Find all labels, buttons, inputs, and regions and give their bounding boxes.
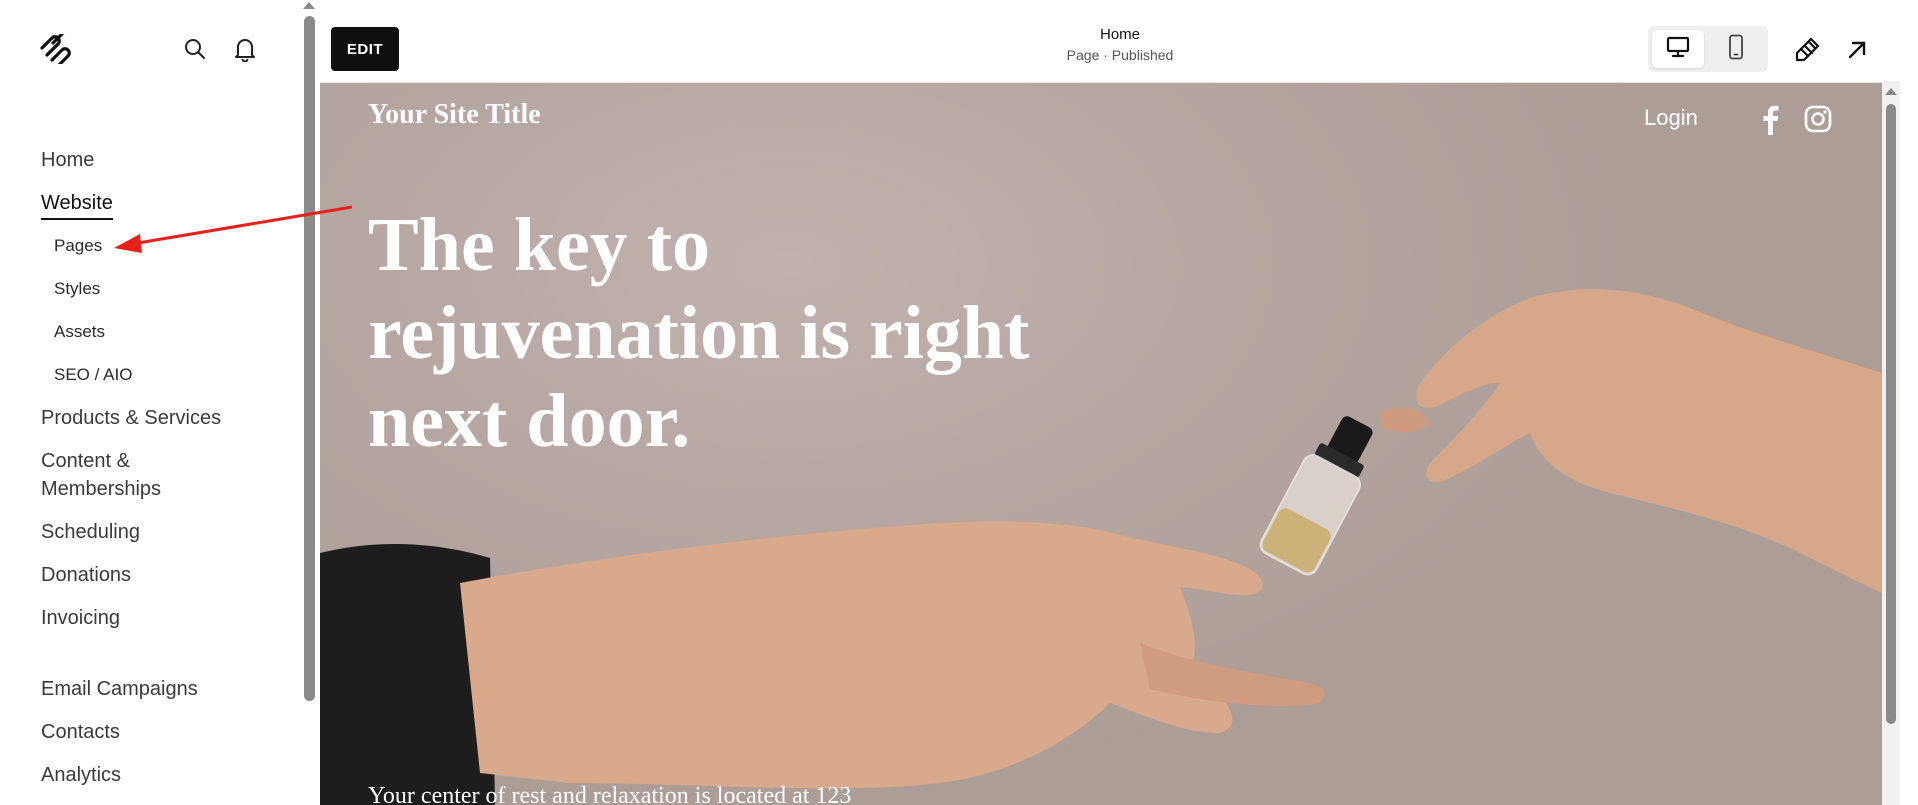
- sidebar-subitem-assets[interactable]: Assets: [41, 318, 281, 361]
- search-icon[interactable]: [180, 34, 210, 64]
- sidebar: Home Website Pages Styles Assets SEO / A…: [0, 0, 300, 805]
- sidebar-item-label: SEO / AIO: [54, 365, 133, 384]
- desktop-icon: [1666, 36, 1690, 63]
- sidebar-subitem-styles[interactable]: Styles: [41, 275, 281, 318]
- mobile-view-button[interactable]: [1710, 30, 1762, 68]
- site-login-link[interactable]: Login: [1644, 105, 1698, 131]
- paintbrush-icon[interactable]: [1790, 33, 1824, 67]
- sidebar-item-label: Assets: [54, 322, 106, 341]
- editor-toolbar: EDIT Home Page · Published: [320, 14, 1900, 83]
- sidebar-item-label: Analytics: [41, 764, 122, 786]
- instagram-icon[interactable]: [1804, 105, 1832, 133]
- sidebar-subitem-pages[interactable]: Pages: [41, 232, 281, 275]
- site-preview[interactable]: Your Site Title Login The key to rejuven…: [320, 83, 1882, 805]
- sidebar-subitem-seo[interactable]: SEO / AIO: [41, 361, 281, 404]
- sidebar-item-label: Website: [41, 192, 113, 220]
- sidebar-item-label: Invoicing: [41, 607, 120, 629]
- hero-heading-line: rejuvenation is right: [368, 291, 1030, 375]
- sidebar-item-email-campaigns[interactable]: Email Campaigns: [41, 675, 281, 718]
- sidebar-item-website[interactable]: Website: [41, 189, 281, 232]
- sidebar-item-label: Memberships: [41, 478, 162, 500]
- preview-scroll-up-arrow-icon[interactable]: [1885, 88, 1897, 95]
- sidebar-item-label: Donations: [41, 564, 132, 586]
- hero-heading-line: next door.: [368, 379, 691, 463]
- device-toggle: [1648, 26, 1768, 72]
- sidebar-item-label: Styles: [54, 279, 101, 298]
- preview-scroll-thumb[interactable]: [1886, 104, 1896, 724]
- sidebar-item-label: Home: [41, 149, 95, 171]
- sidebar-item-label: Content &: [41, 450, 130, 472]
- sidebar-item-donations[interactable]: Donations: [41, 561, 281, 604]
- sidebar-item-contacts[interactable]: Contacts: [41, 718, 281, 761]
- edit-button[interactable]: EDIT: [331, 27, 399, 71]
- sidebar-item-label: Contacts: [41, 721, 120, 743]
- sidebar-item-invoicing[interactable]: Invoicing: [41, 604, 281, 647]
- facebook-icon[interactable]: [1756, 103, 1784, 135]
- hero-heading-line: The key to: [368, 203, 710, 287]
- sidebar-item-label: Scheduling: [41, 521, 140, 543]
- desktop-view-button[interactable]: [1652, 30, 1704, 68]
- bell-icon[interactable]: [230, 34, 260, 64]
- squarespace-logo-icon[interactable]: [38, 31, 72, 68]
- sidebar-nav: Home Website Pages Styles Assets SEO / A…: [41, 146, 281, 804]
- sidebar-divider-gap: [41, 647, 281, 675]
- sidebar-item-scheduling[interactable]: Scheduling: [41, 518, 281, 561]
- site-title[interactable]: Your Site Title: [368, 99, 541, 131]
- hero-subtext: Your center of rest and relaxation is lo…: [368, 783, 852, 805]
- app-window: Home Website Pages Styles Assets SEO / A…: [0, 0, 1918, 805]
- sidebar-item-label: Email Campaigns: [41, 678, 198, 700]
- hero-heading: The key to rejuvenation is right next do…: [368, 201, 1188, 465]
- sidebar-item-content-memberships[interactable]: Content & Memberships: [41, 447, 281, 518]
- page-status: Page · Published: [1066, 47, 1174, 63]
- external-arrow-icon[interactable]: [1840, 33, 1874, 67]
- editor-main: EDIT Home Page · Published Your Site Tit…: [320, 14, 1900, 805]
- sidebar-item-analytics[interactable]: Analytics: [41, 761, 281, 804]
- page-title: Home: [1099, 26, 1140, 43]
- sidebar-item-label: Pages: [54, 236, 103, 255]
- sidebar-scroll-thumb[interactable]: [304, 16, 315, 701]
- sidebar-item-label: Products & Services: [41, 407, 222, 429]
- mobile-icon: [1728, 34, 1744, 65]
- sidebar-item-products-services[interactable]: Products & Services: [41, 404, 281, 447]
- scroll-up-arrow-icon[interactable]: [303, 2, 315, 9]
- sidebar-item-home[interactable]: Home: [41, 146, 281, 189]
